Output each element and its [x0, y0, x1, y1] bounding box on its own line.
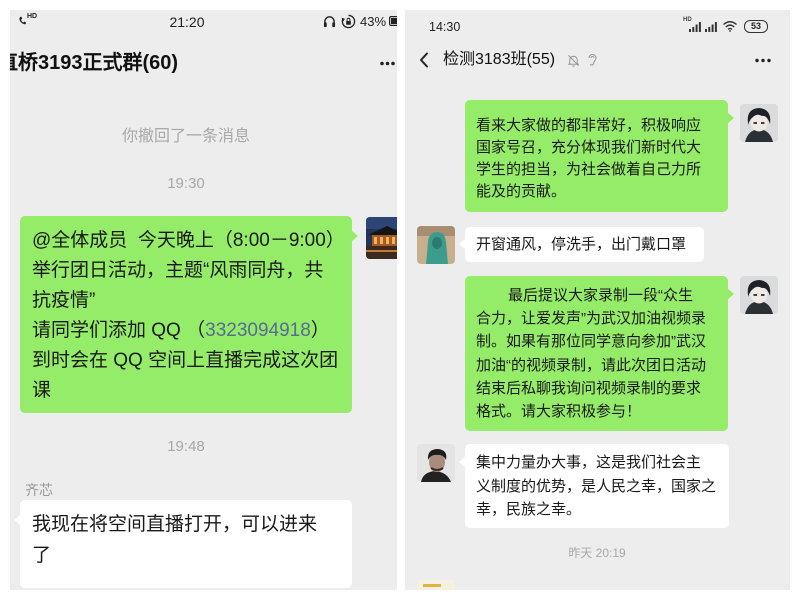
chat-title: 直桥3193正式群(60)	[10, 52, 179, 74]
avatar-self[interactable]	[366, 217, 397, 259]
night-building-avatar-image	[366, 217, 397, 259]
message-line: 幸，民族之幸。	[476, 501, 582, 518]
battery-icon: 53	[744, 20, 768, 33]
left-chat-screen: HD 21:20 43% 直桥3193正式群(60) 你撤回了一条消息 19:3…	[10, 10, 397, 590]
outgoing-message-bubble[interactable]: 看来大家做的都非常好，积极响应 国家号召，充分体现我们新时代大 学生的担当，为社…	[465, 100, 734, 212]
man-portrait-avatar-image	[417, 444, 455, 482]
message-line: 课	[32, 380, 52, 401]
incoming-message-bubble[interactable]: 我现在将空间直播打开，可以进来 了	[14, 500, 352, 588]
message-line: 加油“的视频录制，请此次团日活动	[476, 356, 706, 374]
avatar-member[interactable]	[417, 226, 455, 264]
message-line: 格式。请大家积极参与！	[476, 403, 642, 421]
qq-number-link[interactable]: 3323094918	[205, 320, 311, 341]
incoming-message-bubble[interactable]: 开窗通风，停洗手，出门戴口罩	[459, 227, 704, 262]
battery-percent: 43%	[360, 14, 387, 29]
message-line: 最后提议大家录制一段“众生	[508, 287, 693, 304]
more-icon[interactable]	[755, 58, 771, 63]
message-line: 到时会在 QQ 空间上直播完成这次团	[32, 350, 339, 371]
right-chat-screen: 14:30 HD 53 检测3183班(55) 看来大家做的都非常好，积极响应 …	[405, 10, 790, 590]
battery-icon	[389, 16, 397, 26]
wifi-icon	[723, 21, 737, 32]
back-icon[interactable]	[419, 52, 429, 68]
status-bar: 14:30 HD 53	[405, 10, 790, 44]
message-line: 看来大家做的都非常好，积极响应	[476, 117, 702, 134]
message-line: 请同学们添加 QQ （3323094918）	[32, 316, 340, 346]
message-line: 举行团日活动，主题“风雨同舟，共	[32, 260, 324, 281]
message-text: ）	[310, 320, 330, 341]
earpiece-icon	[587, 53, 598, 67]
battery-level: 53	[750, 21, 761, 31]
avatar-self[interactable]	[740, 276, 778, 314]
message-line: 合力，让爱发声”为武汉加油视频录	[476, 310, 706, 328]
anime-boy-avatar-image	[740, 104, 778, 142]
partial-avatar-image	[417, 580, 455, 590]
avatar-member[interactable]	[417, 444, 455, 482]
handset-icon	[19, 16, 26, 25]
message-line: 制。如果有那位同学意向参加”武汉	[476, 333, 706, 351]
status-time: 14:30	[429, 20, 461, 34]
message-line: 集中力量办大事，这是我们社会主	[476, 454, 702, 471]
chat-title: 检测3183班(55)	[443, 51, 556, 68]
message-line: 结束后私聊我询问视频录制的要求	[476, 379, 702, 397]
sender-name: 齐芯	[25, 482, 53, 498]
more-icon[interactable]	[380, 61, 395, 66]
rotation-lock-icon	[341, 14, 356, 29]
signal-icon	[689, 22, 701, 32]
outgoing-message-bubble[interactable]: @全体成员 今天晚上（8:00－9:00） 举行团日活动，主题“风雨同舟，共 抗…	[20, 216, 358, 413]
timestamp: 19:48	[167, 438, 205, 455]
message-text: 请同学们添加 QQ （	[32, 320, 206, 341]
avatar-member[interactable]	[417, 580, 455, 590]
outgoing-message-bubble[interactable]: 最后提议大家录制一段“众生 合力，让爱发声”为武汉加油视频录 制。如果有那位同学…	[465, 276, 734, 431]
message-line: 我现在将空间直播打开，可以进来	[32, 514, 318, 535]
anime-boy-avatar-image	[740, 276, 778, 314]
hd-call-icon: HD	[18, 13, 40, 26]
recall-notice: 你撤回了一条消息	[121, 128, 250, 145]
message-line: @全体成员 今天晚上（8:00－9:00）	[32, 230, 345, 251]
status-bar: HD 21:20 43%	[10, 10, 397, 34]
avatar-self[interactable]	[740, 104, 778, 142]
hoodie-avatar-image	[417, 226, 455, 264]
mute-bell-icon	[567, 54, 580, 67]
message-line: 义制度的优势，是人民之幸，国家之	[476, 477, 717, 495]
incoming-message-bubble[interactable]: 集中力量办大事，这是我们社会主 义制度的优势，是人民之幸，国家之 幸，民族之幸。	[459, 444, 729, 528]
headphone-icon	[323, 15, 336, 28]
timestamp: 19:30	[167, 175, 205, 192]
timestamp: 昨天 20:19	[568, 546, 626, 560]
message-line: 学生的担当，为社会做着自己力所	[476, 161, 702, 178]
message-line: 抗疫情”	[32, 290, 96, 311]
call-badge-label: HD	[27, 13, 38, 20]
message-line: 国家号召，充分体现我们新时代大	[476, 139, 702, 156]
message-line: 开窗通风，停洗手，出门戴口罩	[476, 236, 687, 253]
signal-icon	[705, 22, 717, 32]
message-line: 了	[32, 545, 52, 566]
message-line: 能及的贡献。	[476, 183, 567, 200]
status-time: 21:20	[169, 14, 205, 30]
